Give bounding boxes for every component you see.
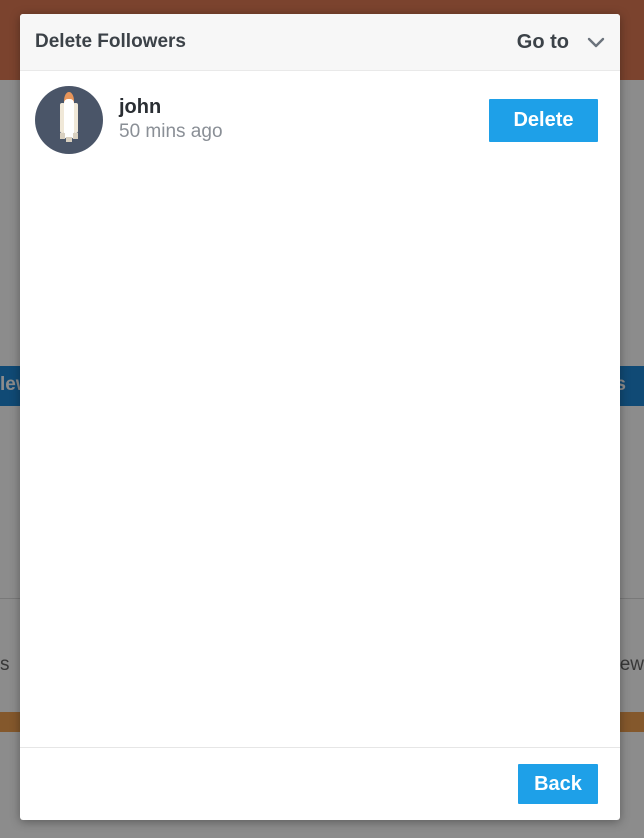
- back-button[interactable]: Back: [518, 764, 598, 804]
- delete-button[interactable]: Delete: [489, 98, 598, 142]
- avatar: [35, 86, 103, 154]
- rocket-icon: [49, 89, 89, 152]
- goto-dropdown[interactable]: Go to: [517, 31, 605, 54]
- delete-followers-modal: Delete Followers Go to john 50 mins ago …: [20, 14, 620, 820]
- follower-row: john 50 mins ago Delete: [20, 71, 620, 154]
- follower-info: john 50 mins ago: [119, 95, 489, 145]
- modal-footer: Back: [20, 747, 620, 820]
- modal-title: Delete Followers: [35, 31, 186, 52]
- modal-header: Delete Followers Go to: [20, 14, 620, 71]
- follower-time: 50 mins ago: [119, 121, 223, 142]
- goto-label: Go to: [516, 30, 569, 53]
- follower-name: john: [119, 96, 162, 118]
- chevron-down-icon: [587, 36, 605, 48]
